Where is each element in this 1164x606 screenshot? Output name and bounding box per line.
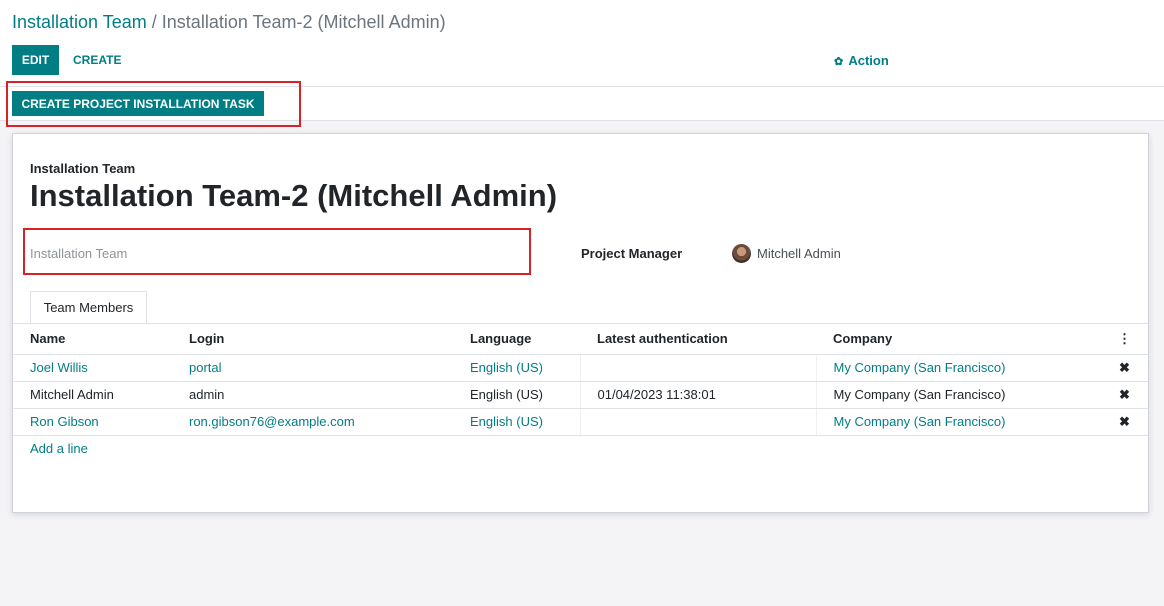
optional-columns-icon[interactable]: ⋮ xyxy=(1101,324,1148,355)
cell-latest-authentication: 01/04/2023 11:38:01 xyxy=(579,381,817,409)
highlight-box-task-button xyxy=(6,81,301,127)
column-header-latest-authentication[interactable]: Latest authentication xyxy=(580,324,816,355)
gear-icon: ✿ xyxy=(834,56,844,68)
tab-team-members[interactable]: Team Members xyxy=(30,291,147,324)
project-manager-label: Project Manager xyxy=(581,246,683,261)
cell-login[interactable]: admin xyxy=(172,381,453,409)
cell-latest-authentication xyxy=(579,408,817,436)
cell-language[interactable]: English (US) xyxy=(453,354,580,382)
delete-row-icon[interactable]: ✖ xyxy=(1101,354,1148,382)
cell-name[interactable]: Ron Gibson xyxy=(13,408,172,436)
column-header-language[interactable]: Language xyxy=(453,324,580,355)
cell-name[interactable]: Mitchell Admin xyxy=(13,381,172,409)
form-sheet: Installation Team Installation Team-2 (M… xyxy=(12,133,1149,513)
cell-latest-authentication xyxy=(579,354,817,382)
action-dropdown[interactable]: ✿ Action xyxy=(834,53,889,68)
column-header-company[interactable]: Company xyxy=(816,324,1101,355)
add-a-line-link[interactable]: Add a line xyxy=(30,441,88,456)
action-label: Action xyxy=(848,53,889,68)
record-title: Installation Team-2 (Mitchell Admin) xyxy=(30,178,558,213)
cell-login[interactable]: ron.gibson76@example.com xyxy=(172,408,453,436)
cell-language[interactable]: English (US) xyxy=(453,381,580,409)
table-row[interactable]: Mitchell Admin admin English (US) 01/04/… xyxy=(13,381,1148,409)
edit-button[interactable]: EDIT xyxy=(12,45,59,75)
team-members-table: Name Login Language Latest authenticatio… xyxy=(13,324,1148,436)
cell-company[interactable]: My Company (San Francisco) xyxy=(816,354,1101,382)
cell-language[interactable]: English (US) xyxy=(453,408,580,436)
record-type-label: Installation Team xyxy=(30,161,136,176)
breadcrumb-current: Installation Team-2 (Mitchell Admin) xyxy=(161,12,446,32)
delete-row-icon[interactable]: ✖ xyxy=(1101,381,1148,409)
avatar xyxy=(732,244,751,263)
delete-row-icon[interactable]: ✖ xyxy=(1101,408,1148,436)
project-manager-value[interactable]: Mitchell Admin xyxy=(757,246,841,261)
cell-company[interactable]: My Company (San Francisco) xyxy=(816,381,1101,409)
cell-company[interactable]: My Company (San Francisco) xyxy=(816,408,1101,436)
table-row[interactable]: Joel Willis portal English (US) My Compa… xyxy=(13,354,1148,382)
control-panel: Installation Team / Installation Team-2 … xyxy=(0,0,1164,87)
column-header-login[interactable]: Login xyxy=(172,324,453,355)
breadcrumb-separator: / xyxy=(151,12,157,32)
breadcrumb: Installation Team / Installation Team-2 … xyxy=(12,12,446,33)
highlight-box-team-field xyxy=(23,228,531,275)
breadcrumb-parent-link[interactable]: Installation Team xyxy=(12,12,147,32)
table-header-row: Name Login Language Latest authenticatio… xyxy=(13,324,1148,355)
cell-name[interactable]: Joel Willis xyxy=(13,354,172,382)
table-row[interactable]: Ron Gibson ron.gibson76@example.com Engl… xyxy=(13,408,1148,436)
cell-login[interactable]: portal xyxy=(172,354,453,382)
create-button[interactable]: CREATE xyxy=(73,45,121,75)
column-header-name[interactable]: Name xyxy=(13,324,172,355)
